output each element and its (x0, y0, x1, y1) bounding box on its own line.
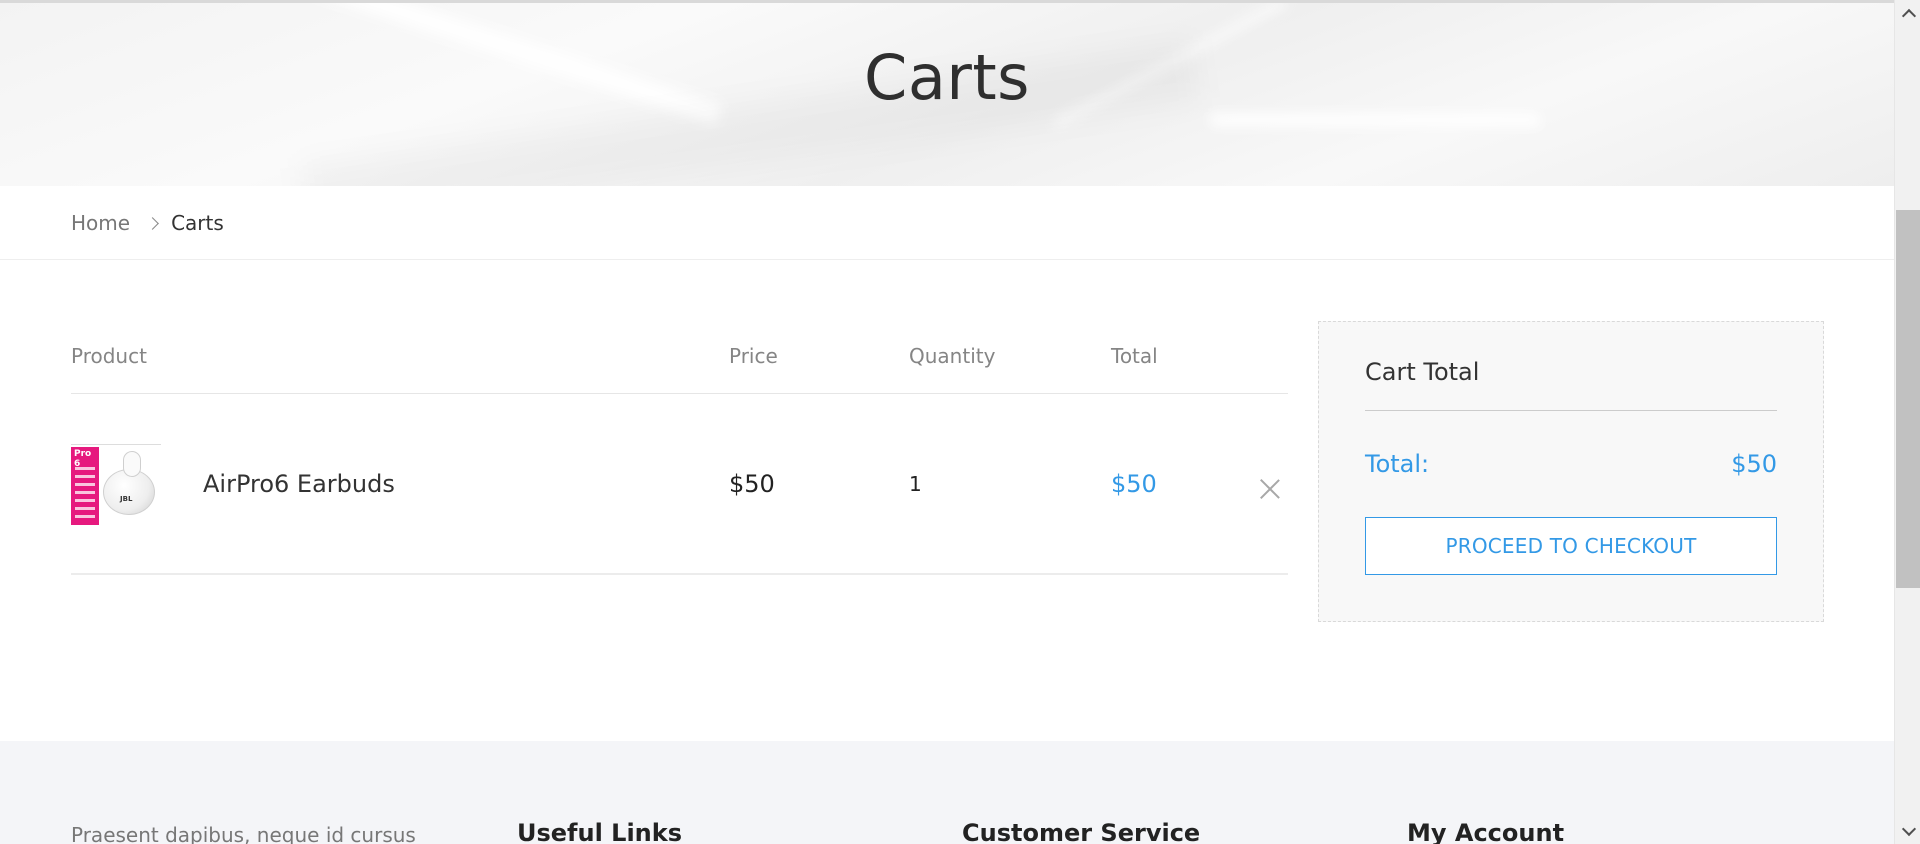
total-label: Total: (1365, 450, 1430, 478)
cart-total-panel: Cart Total Total: $50 PROCEED TO CHECKOU… (1318, 321, 1824, 622)
earbud-graphic (123, 451, 141, 477)
product-box-label-graphic: Pro 6 (74, 449, 92, 469)
chevron-right-icon (146, 216, 159, 230)
page-content: Carts Home Carts Product Price Quantity … (0, 0, 1894, 844)
product-quantity[interactable]: 1 (909, 472, 922, 496)
cart-total-title: Cart Total (1365, 358, 1480, 386)
column-header-total: Total (1111, 344, 1158, 368)
cart-table: Product Price Quantity Total Pro 6 JBL A… (71, 340, 1288, 575)
breadcrumb-home-link[interactable]: Home (71, 211, 130, 235)
case-brand-graphic: JBL (120, 495, 133, 503)
total-value: $50 (1731, 450, 1777, 478)
footer: Praesent dapibus, neque id cursus Useful… (0, 741, 1894, 844)
close-icon[interactable] (1259, 478, 1281, 500)
footer-heading-customer-service: Customer Service (962, 819, 1201, 844)
product-line-total: $50 (1111, 470, 1157, 498)
breadcrumb-current: Carts (171, 211, 224, 235)
column-header-quantity: Quantity (909, 344, 996, 368)
page-title: Carts (864, 41, 1030, 114)
scroll-down-arrow-icon[interactable] (1895, 822, 1920, 842)
proceed-to-checkout-button[interactable]: PROCEED TO CHECKOUT (1365, 517, 1777, 575)
table-row: Pro 6 JBL AirPro6 Earbuds $50 1 $50 (71, 394, 1288, 575)
footer-heading-my-account: My Account (1407, 819, 1565, 844)
column-header-product: Product (71, 344, 147, 368)
earbuds-product-image[interactable]: Pro 6 JBL (71, 444, 161, 525)
page-scrollbar[interactable] (1894, 0, 1920, 844)
product-box-graphic: Pro 6 (71, 447, 99, 525)
cart-table-header: Product Price Quantity Total (71, 340, 1288, 394)
column-header-price: Price (729, 344, 778, 368)
scrollbar-thumb[interactable] (1896, 210, 1920, 588)
breadcrumb: Home Carts (71, 210, 224, 236)
product-name-link[interactable]: AirPro6 Earbuds (203, 470, 395, 498)
viewport: Carts Home Carts Product Price Quantity … (0, 0, 1920, 844)
page-hero-banner: Carts (0, 0, 1894, 186)
footer-heading-useful-links: Useful Links (517, 819, 683, 844)
banner-light-streak (1210, 113, 1540, 127)
breadcrumb-divider (0, 259, 1894, 260)
footer-about-text: Praesent dapibus, neque id cursus (71, 823, 416, 844)
product-price: $50 (729, 470, 775, 498)
scroll-up-arrow-icon[interactable] (1895, 4, 1920, 24)
cart-total-divider (1365, 410, 1777, 411)
